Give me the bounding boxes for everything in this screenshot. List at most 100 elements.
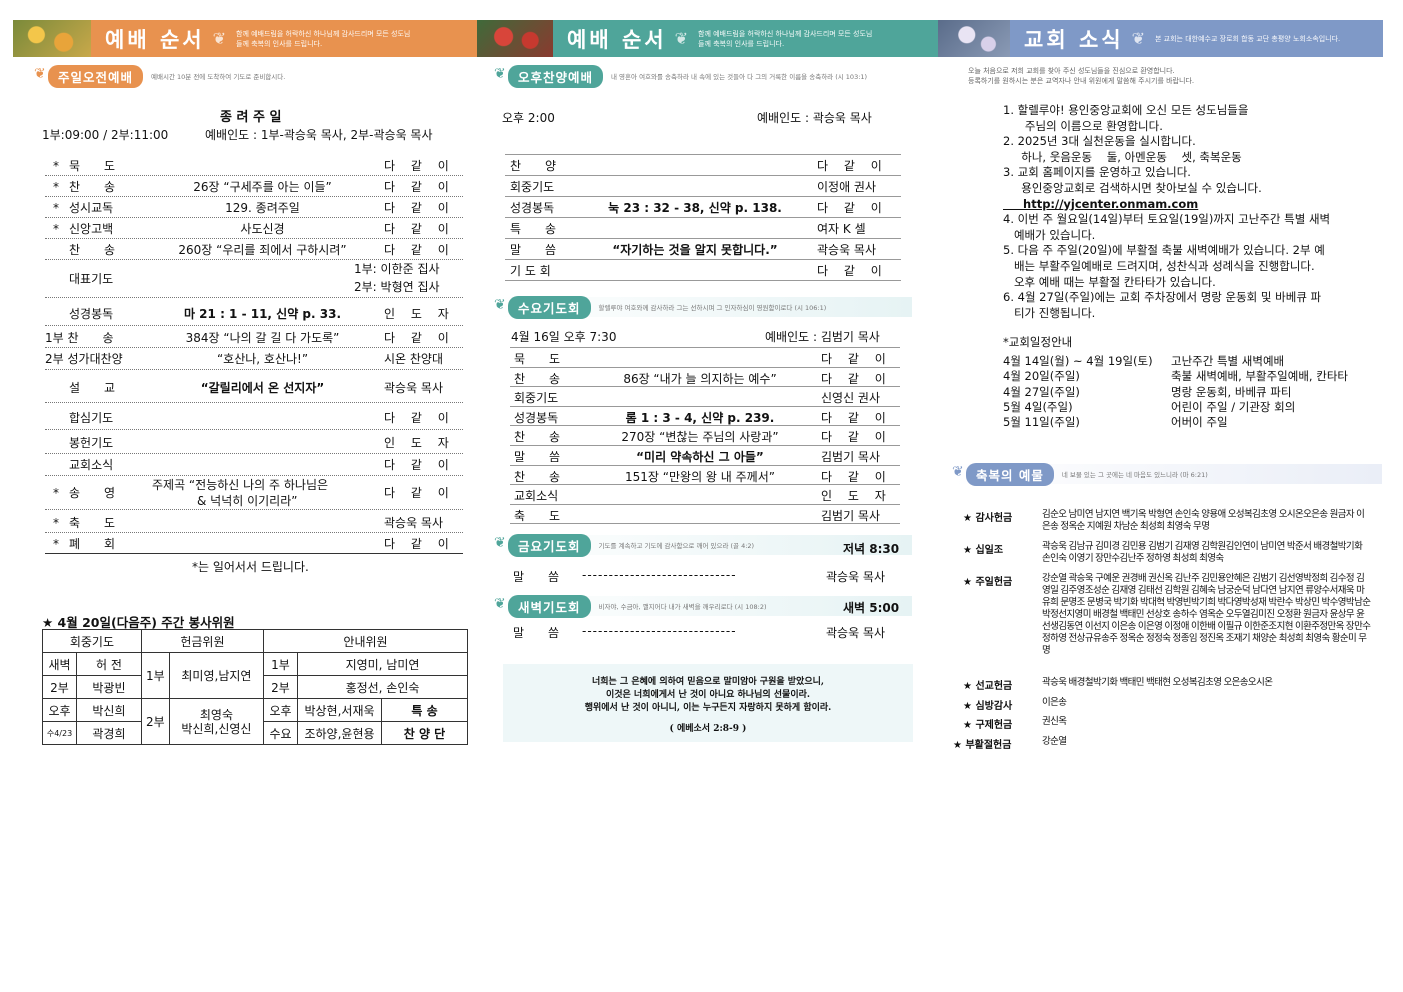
offering-names: 권신옥 [1042,716,1067,727]
order-item-name: 찬 송 [69,179,116,194]
order-item-name: 찬 송 [514,430,561,445]
stand-marker: * [53,515,59,530]
order-item-leader: 다 같 이 [384,200,455,215]
order-item-content: & 넉넉히 이기리라” [197,494,298,508]
order-item-name: 교회소식 [69,458,114,472]
news-line: 예배가 있습니다. [1003,227,1096,242]
offering-category: ★ 십일조 [963,545,1004,556]
banner-left: 예배 순서 ❦ 함께 예배드림을 허락하신 하나님께 감사드리며 모든 성도님들… [91,20,477,57]
offering-category: ★ 감사헌금 [963,513,1013,524]
news-line: 6. 4월 27일(주일)에는 교회 주차장에서 명랑 운동회 및 바베큐 파 [1003,290,1322,305]
order-item-content: 사도신경 [240,221,285,236]
duty-cell-line: 박신희,신영신 [181,721,252,736]
order-item-name: 찬 송 [514,371,561,386]
table-cell: 2부 [263,675,298,699]
order-item-name: 기 도 회 [510,264,551,278]
banner-title: 예배 순서 [105,27,205,52]
afternoon-header-desc: 내 영혼아 여호와를 송축하라 내 속에 있는 것들아 다 그의 거룩한 이름을… [611,73,868,81]
news-line: 배는 부활주일예배로 드려지며, 성찬식과 성례식을 진행합니다. [1003,259,1315,273]
news-line: 오후 예배 때는 부활절 칸타타가 있습니다. [1003,274,1216,289]
banner-subtitle: 함께 예배드림을 허락하신 하나님께 감사드리며 모든 성도님들께 축복의 인사… [698,29,873,48]
order-item-name: 특 송 [510,222,557,236]
order-item-leader: 인 도 자 [384,307,455,321]
order-item-name: 봉헌기도 [69,436,114,450]
table-cell: 지영미, 남미연 [297,652,468,676]
offering-category: ★ 주일헌금 [963,577,1013,588]
row-divider [510,386,900,388]
duty-header-prayer: 회중기도 [42,629,142,653]
schedule-event: 고난주간 특별 새벽예배 [1171,354,1285,368]
order-item-leader: 1부: 이한준 집사 [354,262,440,276]
banner-middle: 예배 순서 ❦ 함께 예배드림을 허락하신 하나님께 감사드리며 모든 성도님들… [553,20,938,57]
offering-names: 김순오 남미연 남지연 백기옥 박형연 손인숙 양용애 오성복김초영 오시온오은… [1042,509,1365,532]
afternoon-header-label: 오후찬양예배 [508,64,604,88]
row-divider [510,464,900,466]
offering-names: 강순열 [1042,736,1067,747]
morning-header-desc: 예배시간 10분 전에 도착하여 기도로 준비합시다. [151,73,286,81]
table-row: 회중기도 헌금위원 안내위원 [42,629,468,653]
order-item-name: 성시교독 [69,200,114,215]
order-item-leader: 김범기 목사 [821,450,881,464]
order-item-content: 눅 23 : 32 - 38, 신약 p. 138. [608,201,782,215]
offering-category: ★ 부활절헌금 [953,740,1012,751]
leaf-icon: ❦ [674,29,688,48]
banner-subtitle: 본 교회는 대한예수교 장로회 합동 교단 총평양 노회소속입니다. [1155,34,1341,43]
table-cell: 최미영,남지연 [168,652,265,699]
row-divider [45,196,463,197]
duty-header-usher: 안내위원 [263,629,468,653]
stand-marker: * [53,158,59,173]
news-line: 1. 할렐루야! 용인중앙교회에 오신 모든 성도님들을 [1003,103,1249,117]
duty-table: 회중기도 헌금위원 안내위원 새벽 허 전 1부 최미영,남지연 1부 지영미,… [42,629,468,745]
table-cell: 오후 [42,698,77,722]
order-item-content: 마 21 : 1 - 11, 신약 p. 33. [183,307,342,321]
stand-marker: * [53,486,59,500]
row-divider [510,484,900,486]
order-item-leader: 다 같 이 [384,221,455,236]
verse-line: 너희는 그 은혜에 의하여 믿음으로 말미암아 구원을 받았으니, [591,677,825,687]
order-item-name: 축 도 [514,508,561,523]
table-cell: 수4/23 [42,721,77,745]
schedule-title: *교회일정안내 [1003,335,1073,349]
friday-dashes: ----------------------------- [582,568,737,582]
table-cell: 곽경희 [76,721,142,745]
morning-title: 종 려 주 일 [220,110,282,125]
order-item-leader: 곽승욱 목사 [817,243,877,257]
afternoon-time: 오후 2:00 [502,111,555,125]
order-item-leader: 다 같 이 [384,331,455,345]
order-item-content: 86장 “내가 늘 의지하는 예수” [623,371,777,386]
order-item-name: 말 씀 [510,243,557,257]
news-line: 티가 진행됩니다. [1003,305,1096,320]
news-intro-2: 등록하기를 원하시는 분은 교역자나 안내 위원에게 말씀해 주시기를 바랍니다… [968,77,1195,85]
news-line: 2. 2025년 3대 실천운동을 실시합니다. [1003,134,1196,149]
flower-image-middle [477,20,553,57]
dawn-time: 새벽 5:00 [843,601,900,615]
table-cell: 특 송 [381,698,468,722]
row-divider [45,532,463,533]
friday-word-label: 말 씀 [513,570,560,584]
blessing-header-desc: 네 보물 있는 그 곳에는 네 마음도 있느니라 (마 6:21) [1061,471,1208,479]
stand-marker: * [53,179,59,194]
row-divider [510,366,900,368]
row-divider [45,325,463,326]
news-line: 4. 이번 주 월요일(14일)부터 토요일(19일)까지 고난주간 특별 새벽 [1003,212,1331,227]
morning-note: *는 일어서서 드립니다. [192,560,309,574]
friday-preacher: 곽승욱 목사 [826,570,886,584]
order-item-name: 회중기도 [514,391,559,406]
news-line: 주님의 이름으로 환영합니다. [1003,118,1163,133]
order-item-leader: 다 같 이 [821,410,892,425]
schedule-event: 어린이 주일 / 기관장 회의 [1171,399,1296,414]
table-cell: 1부 [263,652,298,676]
friday-header-desc: 기도를 계속하고 기도에 감사함으로 깨어 있으라 (골 4:2) [598,542,755,550]
leaf-icon: ❦ [952,464,964,480]
order-item-leader: 여자 K 셀 [817,222,866,236]
blessing-header: ❦ 축복의 예물 네 보물 있는 그 곳에는 네 마음도 있느니라 (마 6:2… [952,462,1382,486]
offering-category: ★ 구제헌금 [963,720,1013,731]
row-divider [45,175,463,176]
offering-names: 곽승욱 김남규 김미경 김민용 김범기 김재영 김학원김인연이 남미연 박준서 … [1042,541,1363,564]
row-divider [505,280,901,281]
row-divider [505,154,901,155]
offering-names: 강순열 곽승욱 구예운 권경배 권신옥 김난주 김민용안혜은 김범기 김선영박정… [1042,573,1371,656]
banner-title: 예배 순서 [567,27,667,52]
row-divider [45,347,463,348]
order-item-leader: 다 같 이 [384,411,455,425]
